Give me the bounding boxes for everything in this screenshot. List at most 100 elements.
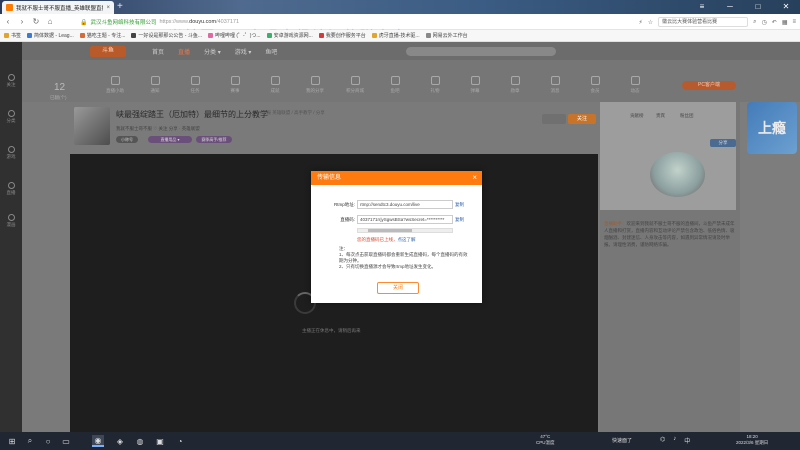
more-icon[interactable]: ≡ — [792, 19, 796, 25]
category-item[interactable]: 任务 — [178, 76, 212, 94]
promo-banner[interactable]: 上瘾 — [747, 102, 797, 154]
tab-close-icon[interactable]: × — [106, 5, 110, 11]
rtmp-copy-button[interactable]: 复制 — [455, 200, 464, 209]
category-icon — [470, 76, 480, 85]
category-item[interactable]: 通知 — [138, 76, 172, 94]
rail-item-game[interactable]: 游戏 — [0, 146, 22, 160]
maximize-button[interactable]: □ — [744, 0, 772, 14]
undo-icon[interactable]: ↶ — [772, 19, 777, 26]
category-item[interactable]: 赛事 — [218, 76, 252, 94]
learn-more-link[interactable]: 点这了解 — [398, 237, 416, 242]
app-taskbar-icon[interactable]: ◔ — [174, 435, 186, 447]
rtmp-field[interactable]: rtmp://sendtc3.douyu.com/live — [357, 200, 453, 209]
room-tag-2[interactable]: 赛季高手/推荐 — [196, 136, 232, 143]
search-box[interactable]: 徽云比大赛体验营看比赛 — [658, 17, 749, 27]
dialog-close-button[interactable]: 关闭 — [377, 282, 419, 294]
bookmark-item[interactable]: 书签 — [4, 32, 21, 39]
category-item[interactable]: 鱼吧 — [378, 76, 412, 94]
rail-item-category[interactable]: 分类 — [0, 110, 22, 124]
category-item[interactable]: 我的分享 — [298, 76, 332, 94]
nav-category[interactable]: 分类 ▾ — [204, 47, 221, 56]
bookmark-item[interactable]: 虎牙直播-技术驱... — [371, 32, 420, 39]
rail-item-follow[interactable]: 关注 — [0, 74, 22, 88]
nav-game[interactable]: 游戏 ▾ — [235, 47, 252, 56]
rank-tab-vip[interactable]: 贵宾 — [656, 113, 665, 119]
category-icon — [390, 76, 400, 85]
menu-icon[interactable]: ≡ — [688, 0, 716, 14]
history-icon[interactable]: ◷ — [762, 19, 767, 26]
back-icon[interactable]: ‹ — [4, 17, 12, 26]
star-icon[interactable]: ☆ — [648, 19, 653, 26]
site-search-input[interactable] — [406, 47, 556, 56]
category-item[interactable]: 弹幕 — [458, 76, 492, 94]
dialog-close-icon[interactable]: × — [472, 171, 477, 185]
volume-icon[interactable]: ♪ — [673, 436, 676, 445]
bookmark-item[interactable]: 我要创作服务平台 — [318, 32, 366, 39]
app-taskbar-icon[interactable]: ◈ — [114, 435, 126, 447]
bookmark-item[interactable]: 猫吃主题 - 专注... — [79, 32, 125, 39]
wechat-taskbar-icon[interactable]: ◍ — [134, 435, 146, 447]
home-icon[interactable]: ⌂ — [46, 17, 54, 26]
category-item[interactable]: 勋章 — [498, 76, 532, 94]
category-label: 动态 — [630, 88, 640, 93]
category-item[interactable]: 成就 — [258, 76, 292, 94]
bookmark-item[interactable]: 网易云外工作台 — [425, 32, 468, 39]
bookmark-item[interactable]: 安卓游戏资源网... — [266, 32, 313, 39]
category-item[interactable]: 动态 — [618, 76, 652, 94]
new-tab-button[interactable]: + — [117, 1, 123, 13]
nav-fishbar[interactable]: 鱼吧 — [265, 47, 277, 56]
forward-icon[interactable]: › — [18, 17, 26, 26]
extension-icon[interactable]: ⚡ — [639, 19, 643, 26]
rail-item-comic[interactable]: 漫画 — [0, 214, 22, 228]
douyu-logo[interactable]: 斗鱼 — [90, 46, 126, 57]
task-view-icon[interactable]: ▭ — [60, 435, 72, 447]
nav-home[interactable]: 首页 — [152, 47, 164, 56]
grid-icon[interactable]: ▦ — [782, 19, 788, 26]
fans-box[interactable] — [542, 114, 566, 124]
scroll-thumb[interactable] — [368, 229, 412, 232]
bookmark-item[interactable]: 一好设是那那公公告 - 斗鱼... — [131, 32, 202, 39]
network-icon[interactable]: ⌬ — [660, 436, 665, 445]
search-icon[interactable]: ⌕ — [24, 435, 36, 447]
close-window-button[interactable]: ✕ — [772, 0, 800, 14]
browser-taskbar-icon[interactable]: ◉ — [92, 435, 104, 447]
category-item[interactable]: 会员 — [578, 76, 612, 94]
clock[interactable]: 18:20 2022/3/6 星期日 — [736, 434, 768, 446]
nav-live[interactable]: 直播 — [178, 47, 190, 56]
reload-icon[interactable]: ↻ — [32, 17, 40, 26]
category-item[interactable]: 礼物 — [418, 76, 452, 94]
category-label: 勋章 — [510, 88, 520, 93]
browser-tab[interactable]: 我就不服士哥不服直播_英雄联盟直播… × — [2, 1, 114, 14]
bookmark-item[interactable]: 简体数据 - Leag... — [27, 32, 74, 39]
window-controls: ≡ ─ □ ✕ — [688, 0, 800, 14]
key-scrollbar[interactable] — [357, 228, 453, 233]
room-badge[interactable]: 小称号 — [116, 136, 138, 143]
category-item[interactable]: 直播小助 — [98, 76, 132, 94]
streamer-avatar[interactable] — [74, 107, 110, 145]
category-label: 礼物 — [430, 88, 440, 93]
follow-button[interactable]: 关注 — [568, 114, 596, 124]
search-icon[interactable]: ⌕ — [753, 19, 756, 26]
notification-text[interactable]: 快速面了 — [612, 437, 632, 444]
share-button[interactable]: 分享 — [710, 139, 736, 147]
follow-count-label: 已翻(个) — [50, 95, 67, 100]
stream-key-field[interactable]: 4037171rrjySgwsBSa?wsSecret=********** — [357, 215, 453, 224]
rank-tab-fans[interactable]: 粉丝团 — [680, 113, 694, 119]
cortana-icon[interactable]: ○ — [42, 435, 54, 447]
bookmark-item[interactable]: 哔哩哔哩 (゜-゜)つ... — [208, 32, 261, 39]
ime-icon[interactable]: 中 — [684, 436, 690, 445]
category-label: 会员 — [590, 88, 600, 93]
app-taskbar-icon[interactable]: ▣ — [154, 435, 166, 447]
windows-start-icon[interactable]: ⊞ — [6, 435, 18, 447]
bookmark-icon — [27, 33, 33, 38]
category-item[interactable]: 消息 — [538, 76, 572, 94]
room-tag-1[interactable]: 直播用品 ▾ — [148, 136, 192, 143]
rail-item-live[interactable]: 直播 — [0, 182, 22, 196]
bookmark-icon — [79, 33, 85, 38]
rank-tab-contribution[interactable]: 贡献榜 — [630, 113, 644, 119]
minimize-button[interactable]: ─ — [716, 0, 744, 14]
chat-message: 直播助手：欢迎来到我就不服士哥不服的直播间，斗鱼严禁未成年人直播和打赏，直播内容… — [604, 221, 735, 247]
pc-client-button[interactable]: PC客户端 — [682, 81, 736, 90]
key-copy-button[interactable]: 复制 — [455, 215, 464, 224]
category-item[interactable]: 积分商城 — [338, 76, 372, 94]
